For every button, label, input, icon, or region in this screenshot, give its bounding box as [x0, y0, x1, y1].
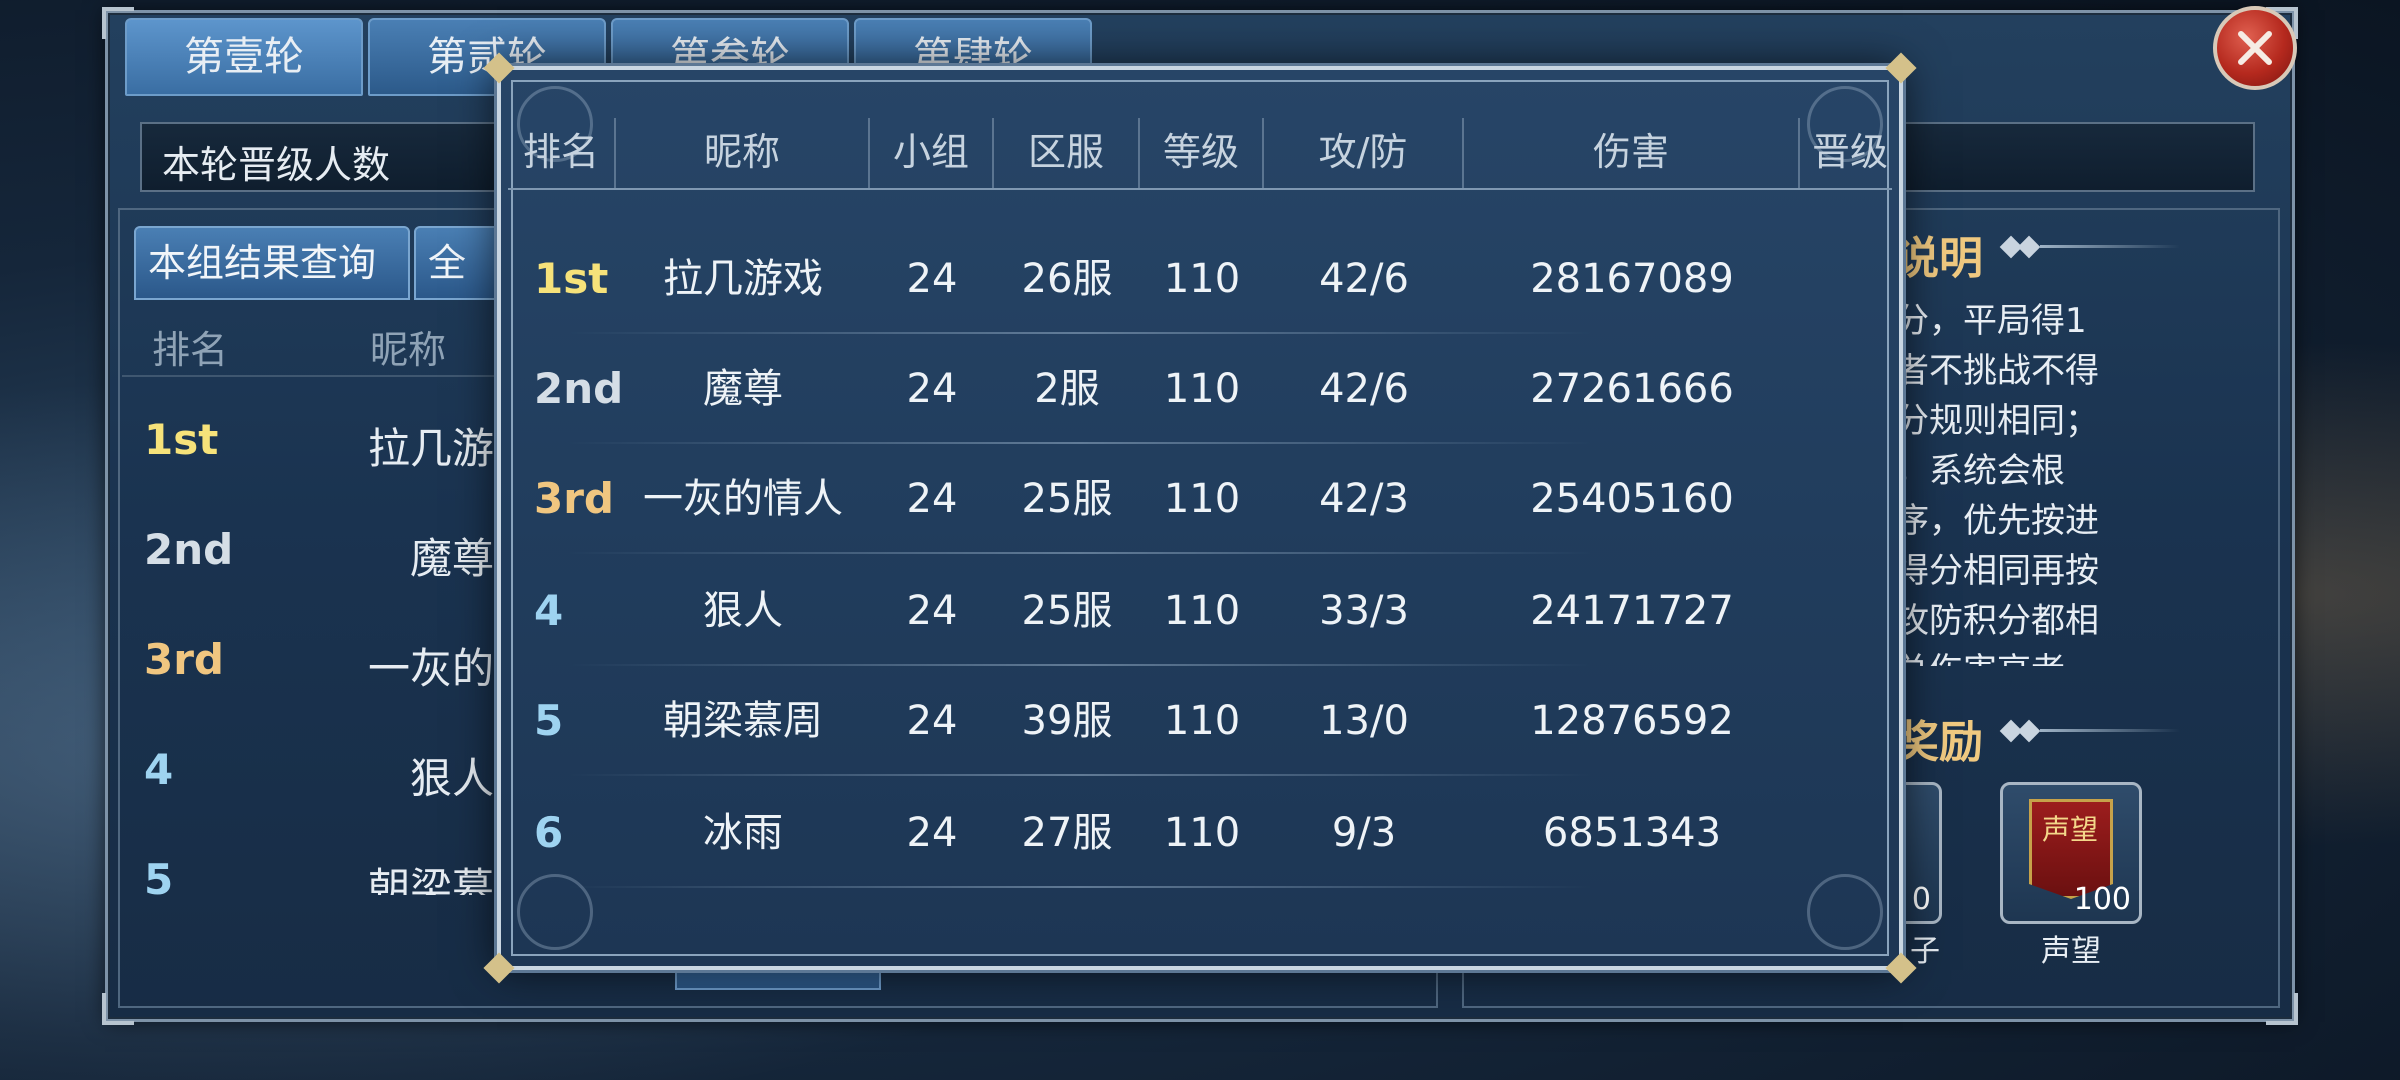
advance-value: [1800, 806, 1900, 860]
level-value: 110: [1163, 698, 1241, 744]
close-button[interactable]: [2213, 6, 2297, 90]
reward-quantity: 100: [2073, 882, 2131, 917]
level-value: 110: [1163, 366, 1241, 412]
group-value: 24: [906, 256, 958, 302]
player-name: 朝梁慕周: [663, 698, 823, 744]
player-name: 一灰的情人: [643, 476, 843, 522]
tab-round-1[interactable]: 第壹轮: [125, 18, 363, 96]
advance-value: [1800, 584, 1900, 638]
advance-value: [1800, 362, 1900, 416]
damage-value: 6851343: [1542, 810, 1722, 856]
rank-label: 5: [144, 855, 174, 895]
table-row[interactable]: 6 冰雨 24 27服 110 9/3 6851343: [508, 778, 1892, 888]
header-atk-def: 攻/防: [1264, 118, 1464, 188]
tab-all-server[interactable]: 全服: [414, 226, 504, 300]
damage-value: 25405160: [1530, 476, 1734, 522]
header-server: 区服: [994, 118, 1140, 188]
table-row[interactable]: 4 狠人: [122, 715, 502, 825]
group-value: 24: [906, 588, 958, 634]
server-value: 27服: [1021, 810, 1113, 856]
atk-def-value: 42/6: [1319, 256, 1409, 302]
level-value: 110: [1163, 476, 1241, 522]
group-value: 24: [906, 810, 958, 856]
player-name: 狠人: [703, 588, 783, 634]
rules-text: 分，平局得1 者不挑战不得 分规则相同； ，系统会根 序，优先按进 得分相同再按…: [1895, 301, 2099, 666]
ranking-table-header: 排名 昵称 小组 区服 等级 攻/防 伤害 晋级: [508, 118, 1892, 190]
reward-item[interactable]: 声望 100: [2000, 782, 2142, 924]
row-divider: [568, 552, 1592, 554]
level-value: 110: [1163, 256, 1241, 302]
row-divider: [568, 886, 1592, 888]
advance-value: [1800, 694, 1900, 748]
table-row[interactable]: 5 朝梁慕周 24 39服 110 13/0 12876592: [508, 666, 1892, 776]
group-value: 24: [906, 698, 958, 744]
reward-item-name: 子: [1910, 934, 1940, 969]
rank-label: 2nd: [144, 525, 234, 574]
row-divider: [568, 774, 1592, 776]
title-ornament-line: [2040, 245, 2180, 248]
header-damage: 伤害: [1464, 118, 1800, 188]
table-row[interactable]: 1st 拉几游戏: [122, 385, 536, 495]
header-rank: 排名: [152, 328, 229, 372]
tab-group-results[interactable]: 本组结果查询: [134, 226, 410, 300]
rank-label: 1st: [534, 254, 609, 303]
server-value: 25服: [1021, 476, 1113, 522]
rank-label: 2nd: [534, 364, 624, 413]
server-value: 25服: [1021, 588, 1113, 634]
rank-label: 4: [534, 586, 564, 635]
rank-label: 6: [534, 808, 564, 857]
player-name: 拉几游戏: [663, 256, 823, 302]
player-name: 魔尊: [703, 366, 783, 412]
rank-label: 4: [144, 745, 174, 794]
rank-label: 3rd: [144, 635, 225, 684]
player-name: 冰雨: [703, 810, 783, 856]
damage-value: 27261666: [1530, 366, 1734, 412]
atk-def-value: 42/3: [1319, 476, 1409, 522]
damage-value: 28167089: [1530, 256, 1734, 302]
table-row[interactable]: 1st 拉几游戏 24 26服 110 42/6 28167089: [508, 224, 1892, 334]
table-row[interactable]: 2nd 魔尊 24 2服 110 42/6 27261666: [508, 334, 1892, 444]
banner-label: 声望: [2041, 813, 2098, 846]
reward-quantity: 0: [1911, 882, 1931, 917]
table-row[interactable]: 4 狠人 24 25服 110 33/3 24171727: [508, 556, 1892, 666]
close-x-icon: [2238, 31, 2272, 65]
server-value: 2服: [1034, 366, 1100, 412]
atk-def-value: 9/3: [1331, 810, 1397, 856]
header-advance: 晋级: [1811, 130, 1888, 174]
level-value: 110: [1163, 588, 1241, 634]
header-nickname: 昵称: [370, 328, 447, 372]
reward-title: 奖励: [1895, 717, 1983, 768]
group-value: 24: [906, 366, 958, 412]
damage-value: 24171727: [1530, 588, 1734, 634]
rank-label: 5: [534, 696, 564, 745]
header-group: 小组: [870, 118, 994, 188]
level-value: 110: [1163, 810, 1241, 856]
table-row[interactable]: 3rd 一灰的情人 24 25服 110 42/3 25405160: [508, 444, 1892, 554]
group-value: 24: [906, 476, 958, 522]
table-row[interactable]: 2nd 魔尊: [122, 495, 502, 605]
title-ornament-line: [2040, 729, 2180, 732]
atk-def-value: 42/6: [1319, 366, 1409, 412]
header-nickname: 昵称: [616, 118, 870, 188]
rules-title: 说明: [1895, 233, 1983, 284]
reward-item-name: 声望: [2041, 934, 2101, 969]
promotion-count-label: 本轮晋级人数: [162, 143, 391, 187]
group-table-header: 排名 昵称: [122, 305, 502, 377]
atk-def-value: 13/0: [1319, 698, 1409, 744]
damage-value: 12876592: [1530, 698, 1734, 744]
table-row[interactable]: 5 朝梁慕周: [122, 825, 502, 895]
rank-label: 3rd: [534, 474, 615, 523]
server-value: 26服: [1021, 256, 1113, 302]
header-level: 等级: [1140, 118, 1264, 188]
player-name: 朝梁慕周: [367, 864, 502, 895]
advance-value: [1800, 472, 1900, 526]
rank-label: 1st: [144, 415, 219, 464]
server-value: 39服: [1021, 698, 1113, 744]
atk-def-value: 33/3: [1319, 588, 1409, 634]
table-row[interactable]: 3rd 一灰的情: [122, 605, 536, 715]
advance-value: [1800, 252, 1900, 306]
header-rank: 排名: [508, 118, 616, 188]
